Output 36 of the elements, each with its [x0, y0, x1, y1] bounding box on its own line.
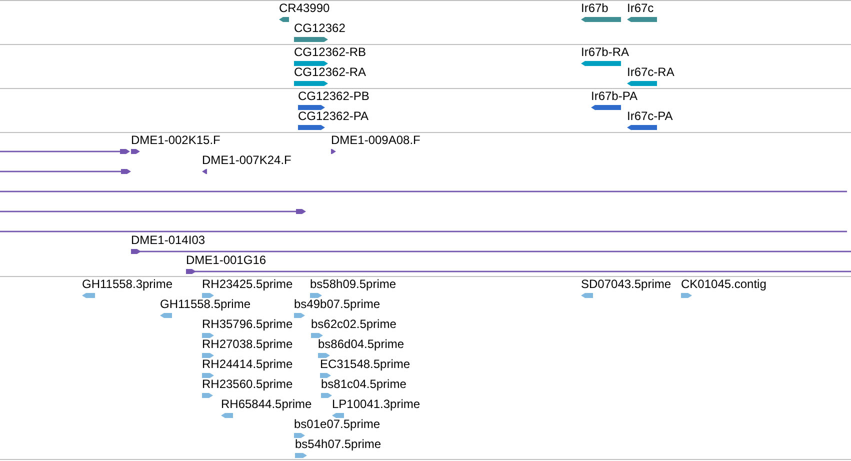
feature-label: EC31548.5prime: [320, 357, 410, 371]
feature-label: Ir67b-PA: [591, 89, 638, 103]
feature-label: CG12362-RB: [294, 45, 366, 59]
feature-label: bs54h07.5prime: [295, 437, 382, 451]
feature-label: DME1-002K15.F: [131, 133, 220, 147]
feature-label: bs58h09.5prime: [310, 277, 396, 291]
feature-label: RH23425.5prime: [202, 277, 293, 291]
feature-label: CG12362-RA: [294, 65, 366, 79]
feature-label: DME1-014I03: [131, 233, 206, 247]
feature-label: CR43990: [279, 1, 330, 15]
feature-label: DME1-001G16: [186, 253, 266, 267]
feature-label: Ir67b-RA: [581, 45, 630, 59]
feature-label: DME1-007K24.F: [202, 153, 292, 167]
feature-label: bs49b07.5prime: [294, 297, 380, 311]
feature-label: CG12362-PB: [298, 89, 370, 103]
feature-label: DME1-009A08.F: [331, 133, 420, 147]
feature-label: Ir67b: [581, 1, 608, 15]
feature-label: Ir67c-PA: [627, 109, 673, 123]
feature-label: RH35796.5prime: [202, 317, 293, 331]
feature-label: bs62c02.5prime: [311, 317, 396, 331]
feature-label: SD07043.5prime: [581, 277, 672, 291]
feature-label: Ir67c-RA: [627, 65, 674, 79]
feature-label: LP10041.3prime: [332, 397, 420, 411]
feature-label: RH23560.5prime: [202, 377, 293, 391]
feature-label: GH11558.3prime: [82, 277, 172, 291]
feature-label: bs86d04.5prime: [318, 337, 404, 351]
feature-label: Ir67c: [627, 1, 654, 15]
feature-label: GH11558.5prime: [160, 297, 250, 311]
feature-label: RH27038.5prime: [202, 337, 293, 351]
feature-label: CK01045.contig: [681, 277, 766, 291]
feature-label: RH24414.5prime: [202, 357, 293, 371]
feature-label: CG12362-PA: [298, 109, 368, 123]
feature-label: bs01e07.5prime: [294, 417, 380, 431]
feature-label: CG12362: [294, 21, 346, 35]
feature-label: bs81c04.5prime: [321, 377, 406, 391]
feature-label: RH65844.5prime: [221, 397, 312, 411]
